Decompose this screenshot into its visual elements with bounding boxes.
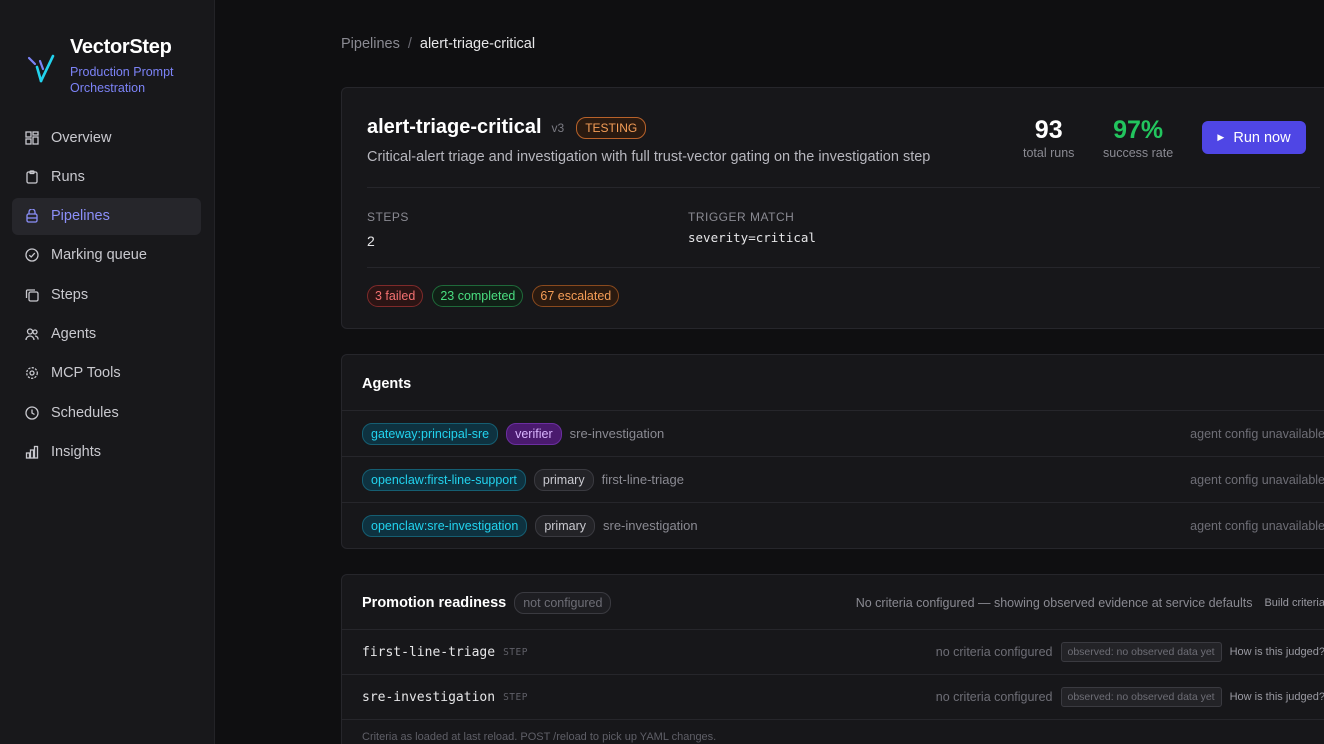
sidebar-item-runs[interactable]: Runs [12, 158, 201, 195]
agents-title: Agents [362, 376, 412, 392]
breadcrumb-separator: / [407, 36, 412, 52]
gear-icon [26, 367, 38, 380]
copy-icon [25, 289, 39, 302]
total-runs-label: total runs [1023, 146, 1075, 160]
page-title: alert-triage-critical [367, 116, 542, 138]
completed-count-badge[interactable]: 23 completed [432, 285, 524, 307]
brand-tagline: Production Prompt Orchestration [70, 65, 174, 95]
total-runs-stat: 93 total runs [1023, 116, 1074, 160]
agent-row[interactable]: gateway:principal-sre verifier sre-inves… [342, 410, 1324, 456]
agent-row[interactable]: openclaw:first-line-support primary firs… [342, 456, 1324, 502]
build-criteria-link[interactable]: Build criteria [1264, 597, 1324, 609]
status-badge: TESTING [576, 116, 647, 139]
clipboard-icon [26, 170, 38, 184]
sidebar-item-schedules[interactable]: Schedules [12, 394, 201, 431]
sidebar-item-steps[interactable]: Steps [12, 276, 201, 313]
run-counts: 3 failed 23 completed 67 escalated [367, 285, 628, 307]
promotion-hint: No criteria configured — showing observe… [855, 596, 1253, 610]
divider [342, 719, 1324, 720]
play-icon: ▶ [1217, 132, 1225, 142]
breadcrumb-parent-link[interactable]: Pipelines [341, 36, 400, 52]
pipeline-header-card: alert-triage-critical v3 TESTING Critica… [341, 87, 1324, 329]
trigger-match-value: severity=critical [688, 230, 816, 245]
role-badge: primary [533, 468, 594, 491]
step-name: sre-investigation [362, 689, 496, 705]
step-type-label: STEP [503, 691, 528, 703]
agent-tag: openclaw:sre-investigation [362, 514, 528, 537]
agent-tag: openclaw:first-line-support [362, 468, 526, 491]
agent-tag: gateway:principal-sre [362, 422, 499, 445]
agent-step-name: sre-investigation [602, 518, 698, 533]
observed-badge: observed: no observed data yet [1060, 642, 1222, 662]
clock-icon [25, 405, 39, 420]
main-content: Pipelines / alert-triage-critical alert-tr… [215, 0, 1324, 744]
criteria-footnote: Criteria as loaded at last reload. POST … [362, 731, 717, 743]
step-type-label: STEP [503, 646, 528, 658]
agent-step-name: first-line-triage [601, 472, 684, 487]
sidebar-item-mcp-tools[interactable]: MCP Tools [12, 355, 201, 392]
agent-status: agent config unavailable [1190, 472, 1324, 487]
total-runs-value: 93 [1034, 116, 1063, 144]
grid-icon [25, 130, 39, 145]
promotion-step-row: first-line-triage STEP no criteria confi… [342, 629, 1324, 674]
sidebar-item-label: Agents [51, 325, 97, 342]
promotion-readiness-card: Promotion readiness not configured No cr… [341, 574, 1324, 744]
escalated-count-badge[interactable]: 67 escalated [532, 285, 620, 307]
run-now-label: Run now [1233, 129, 1291, 146]
brand[interactable]: VectorStep Production Prompt Orchestrati… [26, 36, 190, 96]
vectorstep-logo-icon [27, 54, 55, 83]
bar-chart-icon [25, 445, 39, 459]
users-icon [25, 328, 39, 341]
criteria-status: no criteria configured [935, 690, 1053, 704]
sidebar-item-overview[interactable]: Overview [12, 119, 201, 156]
agents-card: Agents gateway:principal-sre verifier sr… [341, 354, 1324, 549]
how-judged-link[interactable]: How is this judged? [1230, 691, 1324, 703]
check-circle-icon [25, 248, 39, 263]
sidebar-item-label: Pipelines [51, 208, 110, 225]
criteria-status: no criteria configured [935, 645, 1053, 659]
sidebar-nav: Overview Runs Pipelines Marking queue St… [12, 119, 201, 473]
breadcrumb: Pipelines / alert-triage-critical [341, 36, 535, 52]
how-judged-link[interactable]: How is this judged? [1230, 646, 1324, 658]
steps-value: 2 [367, 233, 375, 249]
divider [367, 267, 1320, 268]
sidebar-item-label: Marking queue [51, 247, 147, 264]
layers-icon [26, 209, 38, 223]
run-now-button[interactable]: ▶ Run now [1202, 121, 1306, 154]
success-rate-value: 97% [1113, 116, 1164, 144]
version-label: v3 [551, 120, 565, 135]
success-rate-stat: 97% success rate [1103, 116, 1173, 160]
failed-count-badge[interactable]: 3 failed [367, 285, 424, 307]
agent-status: agent config unavailable [1190, 518, 1324, 533]
sidebar-item-insights[interactable]: Insights [12, 433, 201, 470]
sidebar-item-pipelines[interactable]: Pipelines [12, 197, 201, 235]
breadcrumb-current: alert-triage-critical [419, 36, 536, 52]
sidebar-item-label: Runs [51, 168, 85, 185]
success-rate-label: success rate [1103, 146, 1174, 160]
agent-row[interactable]: openclaw:sre-investigation primary sre-i… [342, 502, 1324, 548]
pipeline-description: Critical-alert triage and investigation … [367, 149, 931, 165]
trigger-match-label: TRIGGER MATCH [688, 210, 795, 224]
sidebar-item-label: Steps [51, 286, 89, 303]
brand-name: VectorStep [70, 36, 172, 58]
role-badge: primary [535, 514, 595, 537]
sidebar-item-label: Insights [51, 443, 101, 460]
role-badge: verifier [506, 422, 562, 445]
sidebar-item-label: MCP Tools [51, 365, 121, 382]
sidebar-item-label: Schedules [51, 404, 119, 421]
promotion-title: Promotion readiness [362, 595, 507, 611]
sidebar-item-marking-queue[interactable]: Marking queue [12, 237, 201, 274]
not-configured-badge: not configured [514, 592, 612, 614]
sidebar-item-agents[interactable]: Agents [12, 315, 201, 352]
agent-status: agent config unavailable [1190, 426, 1324, 441]
promotion-step-row: sre-investigation STEP no criteria confi… [342, 674, 1324, 719]
steps-label: STEPS [367, 210, 409, 224]
sidebar: VectorStep Production Prompt Orchestrati… [0, 0, 215, 744]
agent-step-name: sre-investigation [569, 426, 665, 441]
observed-badge: observed: no observed data yet [1060, 687, 1222, 707]
divider [367, 187, 1320, 188]
sidebar-item-label: Overview [51, 129, 112, 146]
step-name: first-line-triage [362, 644, 496, 660]
